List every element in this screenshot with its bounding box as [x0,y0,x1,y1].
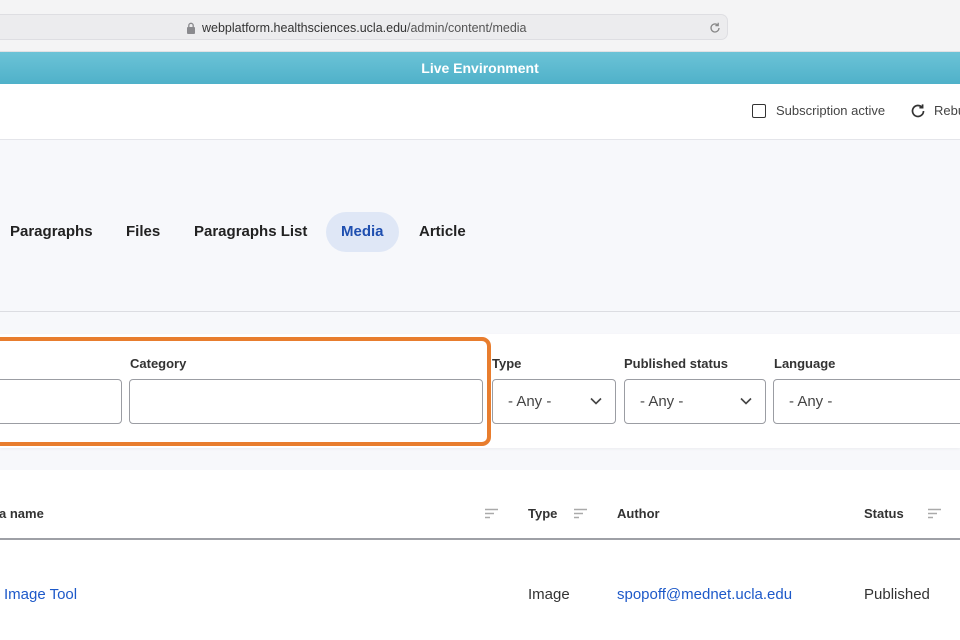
tab-files[interactable]: Files [111,212,175,252]
tab-media[interactable]: Media [326,212,399,252]
lock-icon [187,22,195,34]
subscription-label[interactable]: Subscription active [776,103,885,118]
tab-paragraphs[interactable]: Paragraphs [0,212,108,252]
language-label: Language [774,356,836,371]
category-label: Category [130,356,187,371]
url-host: webplatform.healthsciences.ucla.edu [202,21,407,35]
sort-icon[interactable] [574,508,587,519]
rebuild-icon[interactable] [910,103,926,119]
chevron-down-icon [740,397,752,405]
media-type-cell: Image [528,586,570,603]
type-label: Type [492,356,522,371]
status-cell: Published [864,586,930,603]
tabs-area: Paragraphs Files Paragraphs List Media A… [0,140,960,312]
media-table: a name Type Author Status Image Tool Ima… [0,470,960,640]
checkbox-icon[interactable] [752,104,766,118]
tab-paragraphs-list[interactable]: Paragraphs List [179,212,322,252]
url-path: /admin/content/media [406,21,527,35]
published-status-value: - Any - [640,393,684,410]
name-filter-input[interactable] [0,379,122,424]
environment-banner: Live Environment [0,52,960,84]
published-status-select[interactable]: - Any - [624,379,766,424]
author-link[interactable]: spopoff@mednet.ucla.edu [617,586,792,603]
type-select-value: - Any - [508,393,552,410]
column-header-media-name[interactable]: a name [0,506,44,521]
chevron-down-icon [590,397,602,405]
language-select[interactable]: - Any - [773,379,960,424]
url-text: webplatform.healthsciences.ucla.edu/admi… [202,21,527,35]
header-divider [0,538,960,540]
tab-article[interactable]: Article [404,212,481,252]
column-header-author: Author [617,506,660,521]
filter-panel: Category Type - Any - Published status -… [0,334,960,448]
rebuild-button[interactable]: Rebu [934,103,960,118]
category-input[interactable] [129,379,483,424]
browser-chrome: webplatform.healthsciences.ucla.edu/admi… [0,0,960,52]
language-select-value: - Any - [789,393,833,410]
column-header-status[interactable]: Status [864,506,904,521]
published-status-label: Published status [624,356,729,371]
sort-icon[interactable] [928,508,941,519]
admin-toolbar: Subscription active Rebu [0,84,960,140]
column-header-type[interactable]: Type [528,506,557,521]
address-bar[interactable]: webplatform.healthsciences.ucla.edu/admi… [0,14,728,40]
sort-icon[interactable] [485,508,498,519]
media-name-link[interactable]: Image Tool [4,586,77,603]
reload-icon[interactable] [709,22,721,34]
type-select[interactable]: - Any - [492,379,616,424]
